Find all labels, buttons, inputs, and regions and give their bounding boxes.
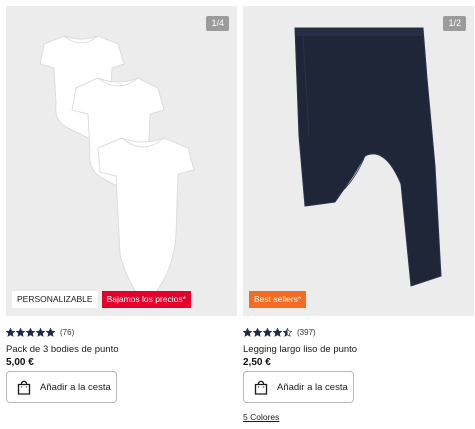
- badge-group: Best sellers*: [249, 291, 307, 308]
- star-icon: [26, 327, 35, 337]
- product-price: 5,00 €: [6, 357, 34, 368]
- personalizable-badge: PERSONALIZABLE: [12, 291, 98, 308]
- colors-link[interactable]: 5 Colores: [243, 412, 279, 422]
- leggings-image: [294, 27, 442, 287]
- star-icon: [36, 327, 45, 337]
- product-card[interactable]: 1/2 Best sellers* (397) Legging largo li…: [243, 6, 474, 425]
- product-price: 2,50 €: [243, 357, 271, 368]
- price-drop-badge: Bajamos los precios*: [101, 291, 191, 308]
- star-icon: [253, 327, 262, 337]
- review-count: (76): [60, 327, 75, 337]
- rating-stars: [6, 327, 55, 337]
- product-card[interactable]: 1/4 PERSONALIZABLE Bajamos los precios* …: [6, 6, 237, 403]
- image-counter: 1/2: [443, 16, 466, 31]
- star-icon: [263, 327, 272, 337]
- rating-stars: [243, 327, 292, 337]
- product-name[interactable]: Pack de 3 bodies de punto: [6, 344, 237, 356]
- best-sellers-badge: Best sellers*: [249, 291, 307, 308]
- product-image[interactable]: 1/4 PERSONALIZABLE Bajamos los precios*: [6, 6, 237, 316]
- bodysuits-image: [39, 35, 195, 293]
- product-image[interactable]: 1/2 Best sellers*: [243, 6, 474, 316]
- product-rating: (397): [243, 326, 474, 338]
- shopping-bag-icon: [17, 380, 31, 395]
- add-to-cart-label: Añadir a la cesta: [40, 381, 111, 393]
- review-count: (397): [297, 327, 316, 337]
- product-rating: (76): [6, 326, 237, 338]
- star-icon: [243, 327, 252, 337]
- star-icon: [6, 327, 15, 337]
- add-to-cart-button[interactable]: Añadir a la cesta: [243, 371, 354, 403]
- badge-group: PERSONALIZABLE Bajamos los precios*: [12, 291, 191, 308]
- shopping-bag-icon: [254, 380, 268, 395]
- add-to-cart-button[interactable]: Añadir a la cesta: [6, 371, 117, 403]
- star-icon: [16, 327, 25, 337]
- image-counter: 1/4: [206, 16, 229, 31]
- product-name[interactable]: Legging largo liso de punto: [243, 344, 474, 356]
- star-icon: [273, 327, 282, 337]
- add-to-cart-label: Añadir a la cesta: [277, 381, 348, 393]
- star-icon: [46, 327, 55, 337]
- star-icon: [283, 327, 292, 337]
